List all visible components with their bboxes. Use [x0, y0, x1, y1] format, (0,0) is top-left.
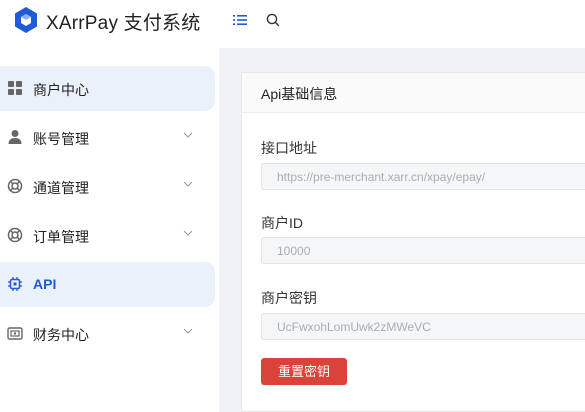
chevron-down-icon [183, 328, 193, 334]
card-title: Api基础信息 [261, 86, 338, 102]
api-url-label: 接口地址 [261, 140, 317, 156]
sidebar-item-label: 商户中心 [33, 82, 89, 98]
app-title: XArrPay 支付系统 [46, 13, 201, 34]
hexagon-logo-icon [15, 7, 37, 33]
lifebuoy-icon [7, 227, 23, 243]
finance-icon [7, 327, 23, 340]
sidebar-item-finance[interactable]: 财务中心 [0, 311, 215, 356]
merchant-id-label: 商户ID [261, 215, 303, 231]
search-icon[interactable] [265, 12, 281, 28]
top-header: XArrPay 支付系统 [0, 0, 585, 48]
reset-key-button[interactable]: 重置密钥 [261, 358, 347, 385]
sidebar-item-api[interactable]: API [0, 262, 215, 307]
chip-icon [8, 277, 22, 291]
main-content: Api基础信息 接口地址 https://pre-merchant.xarr.c… [219, 48, 585, 412]
merchant-key-field[interactable]: UcFwxohLomUwk2zMWeVC [261, 313, 585, 340]
lifebuoy-icon [7, 178, 23, 194]
merchant-id-field[interactable]: 10000 [261, 237, 585, 264]
chevron-down-icon [183, 181, 193, 187]
sidebar-item-label: 订单管理 [33, 229, 89, 245]
api-info-card: Api基础信息 接口地址 https://pre-merchant.xarr.c… [241, 72, 585, 412]
sidebar-item-orders[interactable]: 订单管理 [0, 213, 215, 258]
sidebar-item-merchant-center[interactable]: 商户中心 [0, 66, 215, 111]
card-header: Api基础信息 [242, 73, 585, 113]
sidebar-item-channels[interactable]: 通道管理 [0, 164, 215, 209]
sidebar-item-label: 通道管理 [33, 180, 89, 196]
menu-toggle-icon[interactable] [233, 13, 247, 27]
api-url-field[interactable]: https://pre-merchant.xarr.cn/xpay/epay/ [261, 163, 585, 190]
user-icon [8, 130, 22, 144]
chevron-down-icon [183, 132, 193, 138]
sidebar-item-accounts[interactable]: 账号管理 [0, 115, 215, 160]
sidebar-item-label: API [33, 276, 57, 292]
merchant-key-label: 商户密钥 [261, 290, 317, 306]
sidebar-item-label: 账号管理 [33, 131, 89, 147]
sidebar-item-label: 财务中心 [33, 327, 89, 343]
sidebar: 商户中心 账号管理 通道管理 订单管理 API 财务中心 [0, 48, 219, 412]
chevron-down-icon [183, 230, 193, 236]
grid-icon [8, 81, 22, 95]
